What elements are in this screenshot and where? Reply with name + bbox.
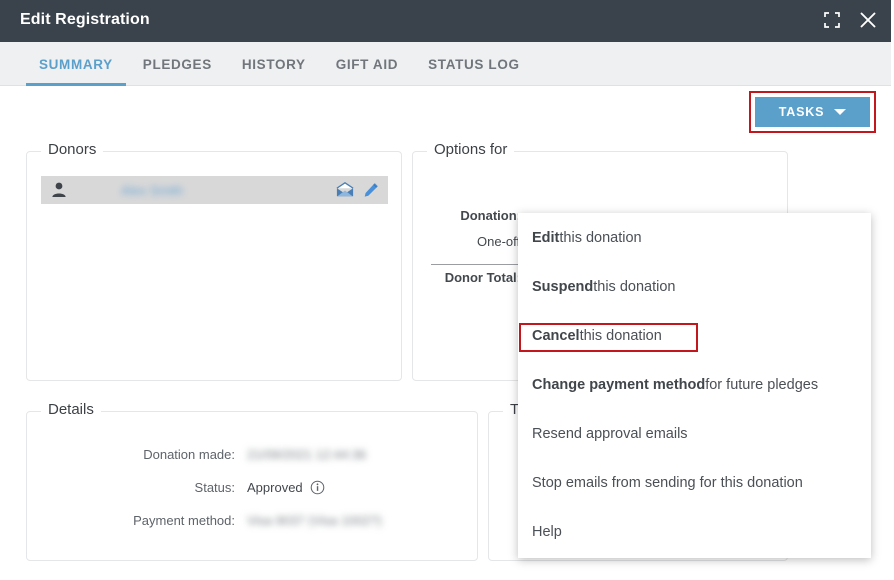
menu-item-stop-emails[interactable]: Stop emails from sending for this donati…: [518, 458, 871, 507]
close-icon[interactable]: [857, 9, 879, 31]
edit-pencil-icon[interactable]: [362, 181, 380, 199]
status-label: Status:: [194, 480, 235, 495]
menu-item-suspend-bold: Suspend: [532, 278, 594, 295]
donation-made-label: Donation made:: [143, 447, 235, 462]
status-badge: Approved: [247, 480, 303, 495]
details-row-payment-method: Payment method: Visa 9037 (Visa 1002?): [27, 504, 479, 537]
tab-summary-label: SUMMARY: [39, 56, 113, 72]
chevron-down-icon: [834, 109, 847, 115]
donors-panel-legend: Donors: [41, 141, 104, 158]
tasks-button[interactable]: TASKS: [755, 97, 870, 127]
window-controls: [821, 9, 879, 31]
menu-item-cancel-donation[interactable]: Cancel this donation: [518, 311, 871, 360]
donor-list-item[interactable]: Alex Smith: [41, 176, 388, 204]
payment-method-value: Visa 9037 (Visa 1002?): [247, 513, 382, 528]
menu-item-cancel-bold: Cancel: [532, 327, 580, 344]
menu-item-change-bold: Change payment method: [532, 376, 706, 393]
menu-item-stop-emails-label: Stop emails from sending for this donati…: [532, 474, 803, 491]
details-row-status: Status: Approved: [27, 471, 479, 504]
tab-status-log[interactable]: STATUS LOG: [413, 42, 535, 86]
donation-frequency-value: One-off: [477, 234, 521, 249]
donation-label: Donation:: [460, 208, 521, 223]
tasks-button-highlight: TASKS: [749, 91, 876, 133]
menu-item-cancel-rest: this donation: [579, 327, 662, 344]
details-panel-legend: Details: [41, 401, 101, 418]
payment-method-label: Payment method:: [133, 513, 235, 528]
edit-registration-window: Edit Registration SUMMARY PLEDGES HISTOR…: [0, 0, 891, 573]
tab-pledges-label: PLEDGES: [142, 56, 212, 72]
tab-gift-aid[interactable]: GIFT AID: [321, 42, 413, 86]
menu-item-help-label: Help: [532, 523, 562, 540]
donors-panel: Donors Alex Smith: [26, 141, 402, 381]
tab-bar: SUMMARY PLEDGES HISTORY GIFT AID STATUS …: [0, 42, 891, 86]
tab-gift-aid-label: GIFT AID: [335, 56, 399, 72]
tasks-button-label: TASKS: [778, 105, 825, 119]
fullscreen-icon[interactable]: [821, 9, 843, 31]
info-icon[interactable]: [310, 480, 325, 495]
menu-item-change-rest: for future pledges: [705, 376, 819, 393]
tasks-dropdown-menu: Edit this donation Suspend this donation…: [518, 213, 871, 558]
person-icon: [49, 180, 69, 200]
details-rows: Donation made: 21/09/2021 12:44:36 Statu…: [27, 438, 479, 537]
menu-item-edit-bold: Edit: [532, 229, 560, 246]
options-panel-legend: Options for: [427, 141, 515, 158]
tab-history-label: HISTORY: [241, 56, 306, 72]
donation-made-value: 21/09/2021 12:44:36: [247, 447, 366, 462]
envelope-icon[interactable]: [336, 181, 354, 199]
tab-history[interactable]: HISTORY: [227, 42, 321, 86]
donor-name: Alex Smith: [121, 182, 184, 198]
summary-content: TASKS Donors Alex Smith Options for Dona…: [0, 86, 891, 573]
menu-item-help[interactable]: Help: [518, 507, 871, 556]
menu-item-suspend-rest: this donation: [593, 278, 676, 295]
donor-total-label: Donor Total:: [444, 270, 521, 285]
tab-pledges[interactable]: PLEDGES: [128, 42, 227, 86]
menu-item-resend-label: Resend approval emails: [532, 425, 688, 442]
menu-item-suspend-donation[interactable]: Suspend this donation: [518, 262, 871, 311]
menu-item-change-payment-method[interactable]: Change payment method for future pledges: [518, 360, 871, 409]
menu-item-edit-donation[interactable]: Edit this donation: [518, 213, 871, 262]
tab-status-log-label: STATUS LOG: [428, 56, 520, 72]
menu-item-resend-approval-emails[interactable]: Resend approval emails: [518, 409, 871, 458]
details-row-donation-made: Donation made: 21/09/2021 12:44:36: [27, 438, 479, 471]
tab-summary[interactable]: SUMMARY: [24, 42, 128, 86]
menu-item-edit-rest: this donation: [559, 229, 642, 246]
donation-made-text: 21/09/2021 12:44:36: [247, 447, 367, 462]
payment-method-text: Visa 9037 (Visa 1002?): [247, 513, 382, 528]
status-value: Approved: [247, 480, 325, 495]
donor-row-actions: [336, 181, 380, 199]
window-title-bar: Edit Registration: [0, 0, 891, 42]
details-panel: Details Donation made: 21/09/2021 12:44:…: [26, 401, 479, 561]
window-title: Edit Registration: [20, 11, 150, 28]
